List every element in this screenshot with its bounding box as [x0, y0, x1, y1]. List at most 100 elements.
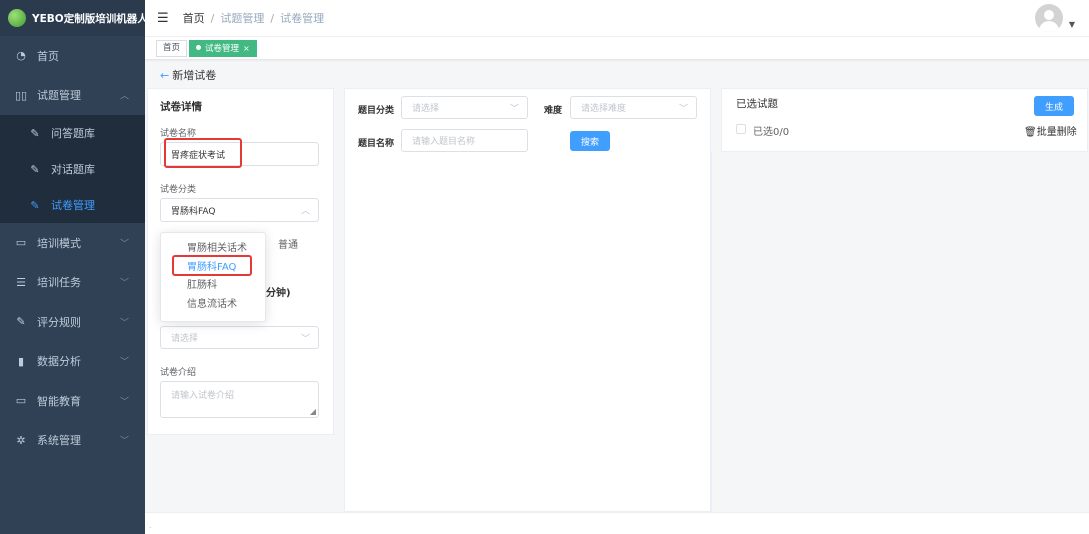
paper-select[interactable]: 请选择 ﹀: [160, 326, 319, 349]
paper-details-title: 试卷详情: [160, 101, 202, 113]
tag-label: 试卷管理: [205, 44, 240, 54]
selected-questions-title: 已选试题: [736, 98, 778, 110]
back-label: 新增试卷: [172, 69, 217, 82]
caret-down-icon[interactable]: ▼: [1069, 20, 1075, 29]
difficulty-label: 难度: [544, 106, 563, 116]
radio-label-normal[interactable]: 普通: [278, 236, 298, 251]
duration-unit-label: 分钟): [266, 288, 291, 299]
sidebar-item-label: 智能教育: [37, 394, 81, 408]
tag-home[interactable]: 首页: [156, 40, 188, 57]
breadcrumb-paper-management: 试卷管理: [280, 12, 325, 25]
difficulty-placeholder: 请选择难度: [581, 104, 627, 114]
sidebar-item-label: 数据分析: [37, 355, 81, 369]
question-name-label: 题目名称: [358, 139, 395, 149]
breadcrumb: 首页 / 试题管理 / 试卷管理: [182, 12, 325, 25]
search-button[interactable]: 搜索: [570, 131, 610, 151]
question-category-placeholder: 请选择: [412, 104, 440, 114]
paper-name-input[interactable]: 胃疼症状考试: [160, 142, 319, 166]
sidebar-item-question-management[interactable]: ▯▯ 试题管理 ︿: [0, 76, 145, 116]
chevron-down-icon: ﹀: [119, 436, 129, 447]
paper-category-label: 试卷分类: [160, 185, 197, 195]
avatar[interactable]: [1035, 4, 1063, 32]
chevron-down-icon: ﹀: [119, 318, 129, 329]
tag-paper-management[interactable]: 试卷管理 ×: [189, 40, 257, 57]
user-head-icon: [1044, 10, 1054, 20]
sidebar-item-training-mode[interactable]: ▭ 培训模式 ﹀: [0, 223, 145, 263]
chevron-down-icon: ﹀: [300, 334, 310, 344]
selected-count: 已选0/0: [753, 127, 790, 138]
chevron-up-icon: ︿: [300, 206, 310, 217]
sidebar: YEBO定制版培训机器人 ◔ 首页 ▯▯ 试题管理 ︿ ✎ 问答题库 ✎ 对话题…: [0, 0, 148, 534]
question-category-select[interactable]: 请选择 ﹀: [401, 96, 528, 119]
chevron-down-icon: ﹀: [119, 278, 129, 289]
footer-dot: .: [149, 521, 152, 530]
question-filter-panel: [344, 88, 711, 512]
dropdown-option[interactable]: 信息流话术: [161, 296, 265, 315]
monitor-icon: ▭: [15, 236, 27, 250]
screen-icon: ▭: [15, 394, 27, 408]
select-all-checkbox[interactable]: [736, 124, 746, 134]
difficulty-select[interactable]: 请选择难度 ﹀: [570, 96, 697, 119]
paper-intro-label: 试卷介绍: [160, 368, 197, 378]
question-name-input[interactable]: 请输入题目名称: [401, 129, 528, 152]
bulk-delete-button[interactable]: 🗑批量删除: [1024, 123, 1077, 138]
sidebar-item-label: 试卷管理: [51, 199, 95, 212]
generate-button[interactable]: 生成: [1034, 96, 1074, 116]
sidebar-item-label: 试题管理: [37, 89, 81, 103]
sidebar-item-label: 系统管理: [37, 434, 81, 448]
chevron-down-icon: ﹀: [678, 104, 688, 114]
dropdown-option-selected[interactable]: 胃肠科FAQ: [161, 259, 265, 278]
paper-intro-textarea[interactable]: 请输入试卷介绍 ◢: [160, 381, 319, 418]
logo-icon: [8, 9, 26, 27]
edit-icon: ✎: [30, 126, 40, 140]
sidebar-item-label: 评分规则: [37, 315, 81, 329]
sidebar-item-label: 培训任务: [37, 276, 81, 290]
menu-toggle-icon[interactable]: ☰: [157, 11, 169, 26]
sidebar-item-smart-education[interactable]: ▭ 智能教育 ﹀: [0, 381, 145, 421]
question-category-label: 题目分类: [358, 106, 395, 116]
selected-questions-divider: [711, 152, 1089, 512]
paper-intro-placeholder: 请输入试卷介绍: [171, 391, 235, 401]
dropdown-option[interactable]: 胃肠相关话术: [161, 240, 265, 259]
sidebar-item-label: 培训模式: [37, 236, 81, 250]
sidebar-item-home[interactable]: ◔ 首页: [0, 36, 145, 76]
sidebar-item-label: 问答题库: [51, 127, 95, 140]
edit-icon: ✎: [16, 315, 26, 329]
user-body-icon: [1039, 21, 1059, 32]
sidebar-item-qa-bank[interactable]: ✎ 问答题库: [0, 115, 145, 151]
task-list-icon: ☰: [16, 275, 26, 289]
paper-select-placeholder: 请选择: [171, 334, 199, 344]
arrow-left-icon: ←: [160, 69, 170, 82]
resize-handle-icon[interactable]: ◢: [310, 407, 316, 416]
bulk-delete-label: 批量删除: [1036, 127, 1077, 138]
topbar: ☰ 首页 / 试题管理 / 试卷管理 ▼: [145, 0, 1089, 37]
sidebar-item-label: 对话题库: [51, 163, 95, 176]
footer-strip: .: [145, 512, 1089, 534]
chevron-down-icon: ﹀: [119, 357, 129, 368]
dot-icon: [196, 45, 201, 50]
submenu-question-management: ✎ 问答题库 ✎ 对话题库 ✎ 试卷管理: [0, 115, 145, 223]
sidebar-item-system-management[interactable]: ✲ 系统管理 ﹀: [0, 421, 145, 461]
dropdown-option[interactable]: 肛肠科: [161, 277, 265, 296]
category-dropdown: 胃肠相关话术 胃肠科FAQ 肛肠科 信息流话术: [160, 232, 266, 322]
breadcrumb-question-management[interactable]: 试题管理: [220, 12, 264, 25]
sidebar-item-training-task[interactable]: ☰ 培训任务 ﹀: [0, 263, 145, 303]
chevron-up-icon: ︿: [119, 91, 129, 102]
chevron-down-icon: ﹀: [119, 239, 129, 250]
sidebar-item-scoring-rules[interactable]: ✎ 评分规则 ﹀: [0, 302, 145, 342]
gear-icon: ✲: [16, 433, 26, 447]
book-icon: ▯▯: [14, 88, 28, 102]
app-title: YEBO定制版培训机器人: [32, 12, 148, 25]
sidebar-item-label: 首页: [37, 49, 59, 63]
tags-bar: 首页 试卷管理 ×: [145, 37, 1089, 60]
paper-name-label: 试卷名称: [160, 129, 197, 139]
sidebar-item-paper-management[interactable]: ✎ 试卷管理: [0, 187, 145, 223]
edit-icon: ✎: [30, 198, 40, 212]
edit-icon: ✎: [30, 162, 40, 176]
sidebar-item-dialog-bank[interactable]: ✎ 对话题库: [0, 151, 145, 187]
back-link[interactable]: ← 新增试卷: [160, 67, 216, 83]
paper-category-select[interactable]: 胃肠科FAQ ︿: [160, 198, 319, 222]
close-icon[interactable]: ×: [243, 44, 250, 53]
breadcrumb-home[interactable]: 首页: [183, 12, 205, 25]
sidebar-item-data-analysis[interactable]: ▮ 数据分析 ﹀: [0, 342, 145, 382]
